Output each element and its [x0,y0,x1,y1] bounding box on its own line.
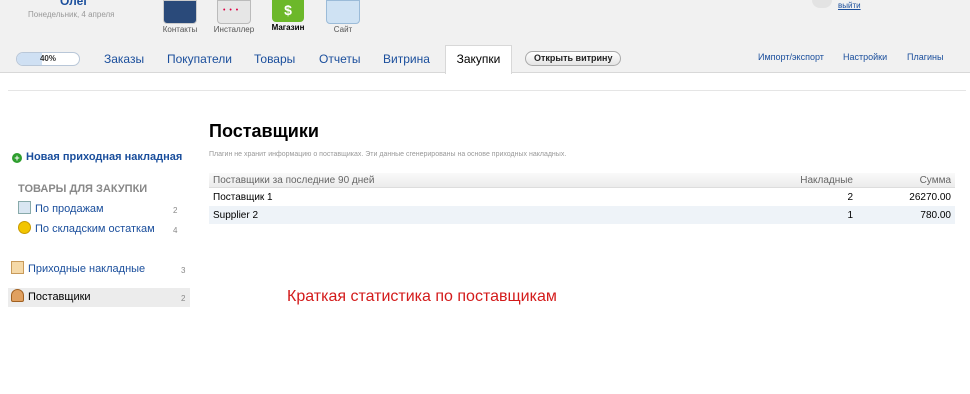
logout-link[interactable]: выйти [838,1,861,10]
column-header-invoices: Накладные [739,173,857,188]
supplier-sum: 780.00 [857,206,955,224]
app-contacts[interactable]: Контакты [155,0,205,34]
sidebar-item-label: Приходные накладные [28,263,146,275]
user-name[interactable]: Олег [60,0,88,8]
top-bar: Олег Понедельник, 4 апреля Контакты Инст… [0,0,970,44]
current-date: Понедельник, 4 апреля [28,10,115,19]
shop-icon: $ [272,0,304,22]
sidebar-count: 3 [181,266,186,275]
annotation-text: Краткая статистика по поставщикам [287,288,557,305]
nav-purchases-tab[interactable]: Закупки [445,45,512,74]
column-header-suppliers: Поставщики за последние 90 дней [209,173,739,188]
coin-icon [18,221,31,234]
main-nav: 40% Заказы Покупатели Товары Отчеты Витр… [0,44,970,74]
people-icon [11,289,24,302]
nav-products[interactable]: Товары [254,52,295,66]
app-label: Контакты [162,25,198,34]
supplier-invoices: 2 [847,191,853,203]
supplier-name: Поставщик 1 [213,191,273,203]
sidebar-item-suppliers[interactable]: Поставщики [11,288,91,306]
page-subtitle: Плагин не хранит информацию о поставщика… [209,151,567,158]
sidebar-item-label: По продажам [35,203,104,215]
contacts-icon [163,0,197,24]
supplier-invoices: 1 [739,206,857,224]
new-invoice-label: Новая приходная накладная [26,151,183,163]
nav-plugins[interactable]: Плагины [907,52,943,62]
sidebar-count: 2 [181,294,186,303]
sidebar-item-label: Поставщики [28,291,91,303]
nav-customers[interactable]: Покупатели [167,52,232,66]
report-icon [18,201,31,214]
sidebar-heading: ТОВАРЫ ДЛЯ ЗАКУПКИ [18,183,148,195]
app-installer[interactable]: Инсталлер [209,0,259,34]
installer-icon [217,0,251,24]
table-row[interactable]: Supplier 2 1 780.00 [209,206,955,224]
progress-label: 40% [39,54,56,63]
suppliers-table: Поставщики за последние 90 дней Накладны… [209,173,955,224]
table-header-row: Поставщики за последние 90 дней Накладны… [209,173,955,188]
box-icon [11,261,24,274]
avatar[interactable] [812,0,832,8]
supplier-sum: 26270.00 [909,191,951,203]
plus-icon: + [12,153,22,163]
sidebar-item-by-stock[interactable]: По складским остаткам [18,220,155,238]
table-row[interactable]: Поставщик 1 2 26270.00 [209,188,955,207]
new-invoice-link[interactable]: + Новая приходная накладная [12,151,182,163]
nav-import-export[interactable]: Импорт/экспорт [758,52,824,62]
nav-settings[interactable]: Настройки [843,52,887,62]
app-label: Сайт [333,25,353,34]
sidebar-item-invoices[interactable]: Приходные накладные [11,260,145,278]
open-storefront-button[interactable]: Открыть витрину [525,51,622,66]
setup-progress[interactable]: 40% [16,52,80,66]
supplier-name: Supplier 2 [209,206,739,224]
app-site[interactable]: Сайт [318,0,368,34]
column-header-sum: Сумма [857,173,955,188]
nav-orders[interactable]: Заказы [104,52,144,66]
sidebar-count: 4 [173,226,178,235]
divider [8,90,966,91]
app-label: Инсталлер [213,25,255,34]
nav-reports[interactable]: Отчеты [319,52,360,66]
page-title: Поставщики [209,121,319,141]
app-label: Магазин [271,23,305,32]
sidebar-item-label: По складским остаткам [35,223,155,235]
nav-storefront[interactable]: Витрина [383,52,430,66]
sidebar-count: 2 [173,206,178,215]
sidebar-item-by-sales[interactable]: По продажам [18,200,104,218]
app-shop[interactable]: $ Магазин [263,0,313,32]
site-icon [326,0,360,24]
